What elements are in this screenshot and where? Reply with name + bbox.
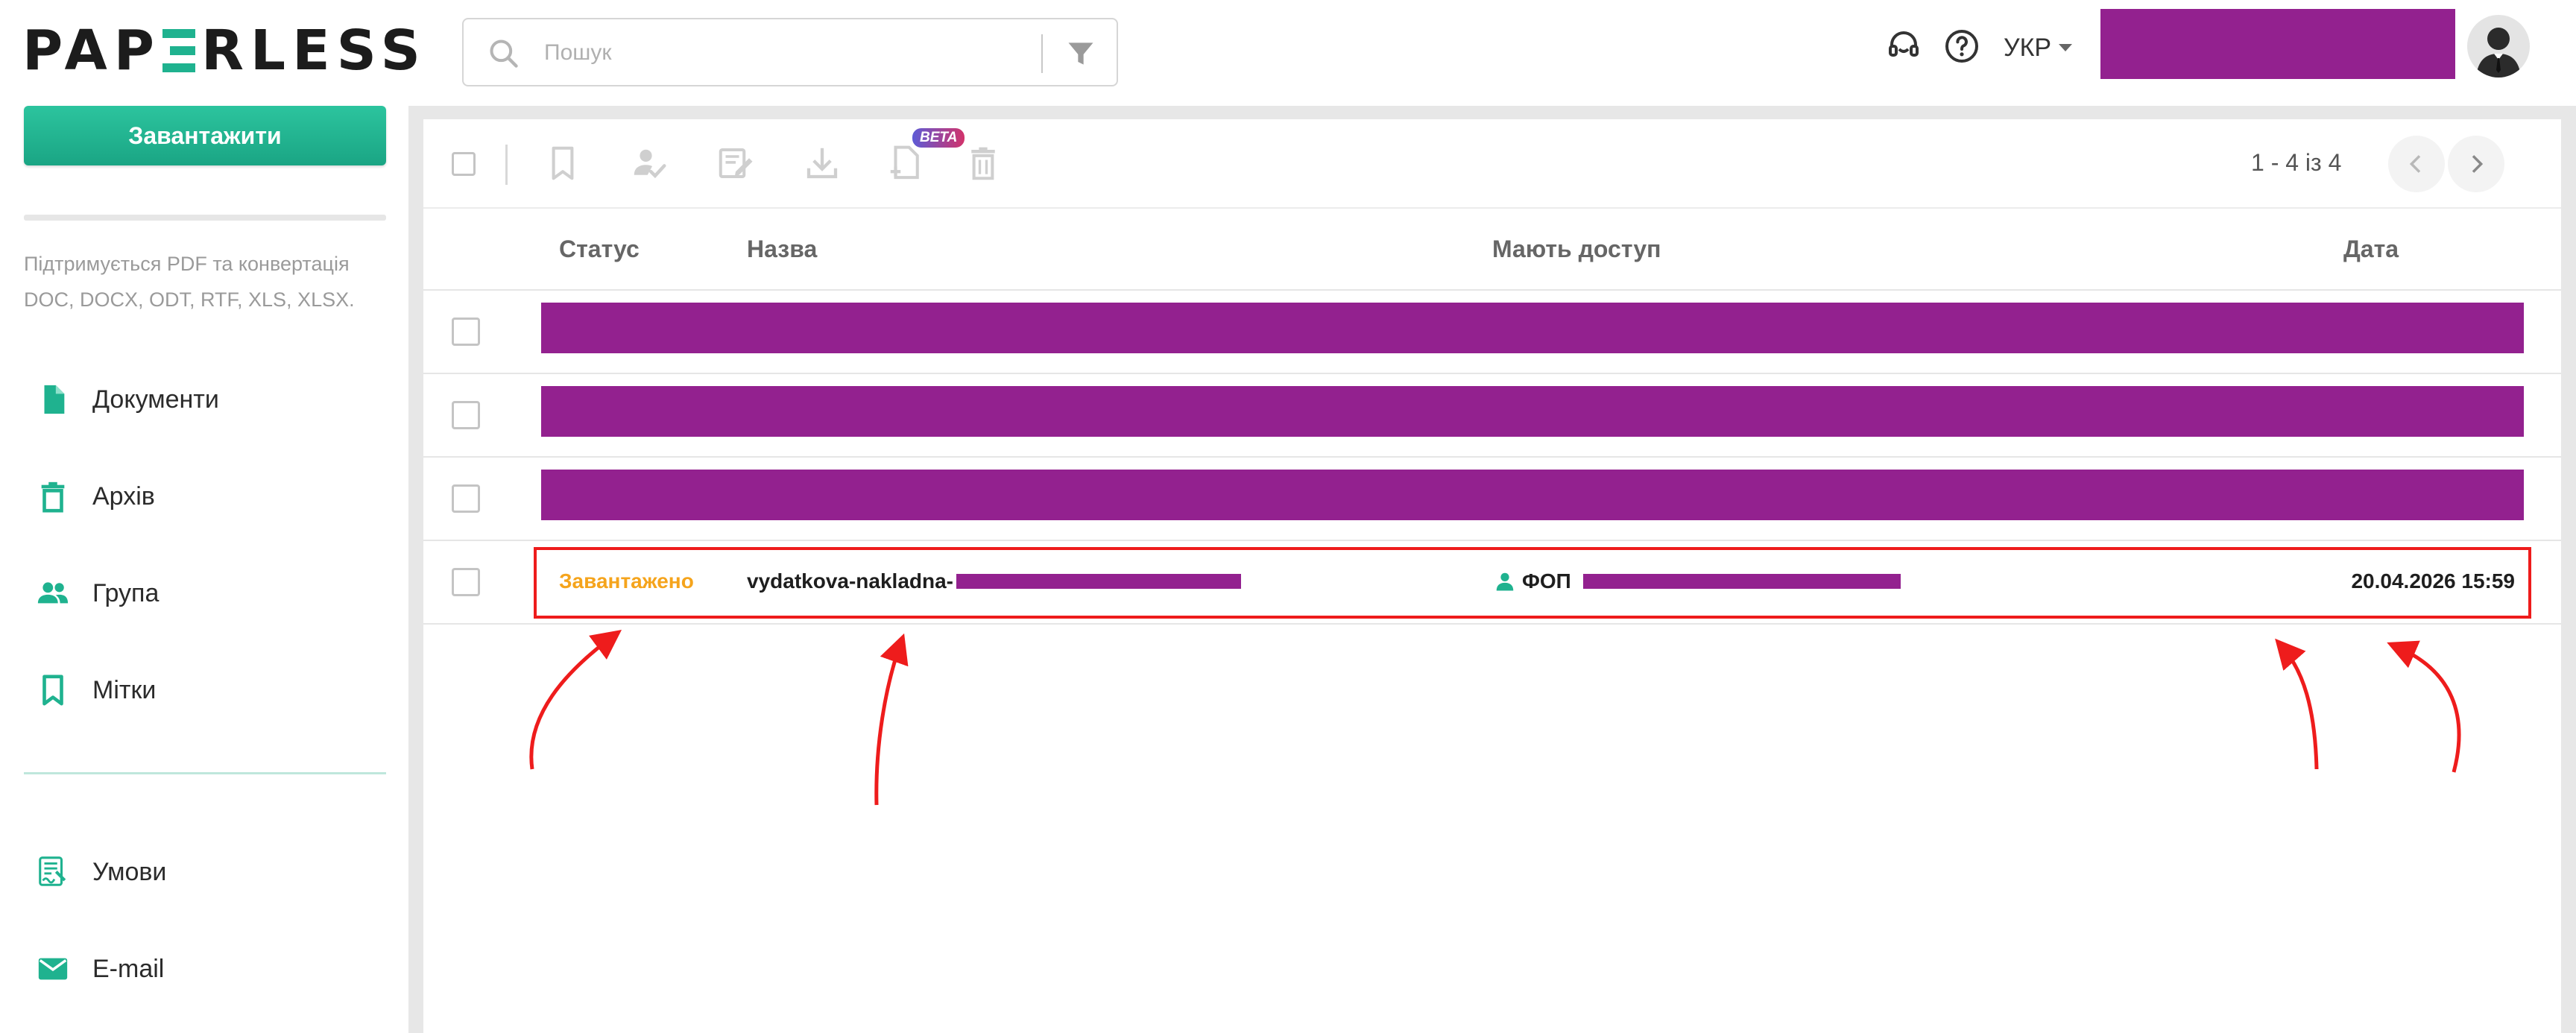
sidebar-item-label: Документи	[92, 385, 219, 414]
bookmark-icon[interactable]	[543, 143, 583, 183]
document-icon	[44, 385, 65, 414]
search-bar	[462, 18, 1118, 86]
new-document-icon[interactable]	[886, 143, 926, 183]
language-selector[interactable]: УКР	[2004, 30, 2073, 66]
support-headset-icon[interactable]	[1886, 28, 1922, 64]
column-name[interactable]: Назва	[747, 236, 817, 263]
download-icon[interactable]	[802, 143, 842, 183]
help-icon[interactable]	[1944, 28, 1980, 64]
row-checkbox[interactable]	[452, 484, 480, 513]
chevron-left-icon	[2409, 155, 2421, 173]
sidebar-item-label: Умови	[92, 857, 167, 886]
logo-text-start: PAP	[22, 19, 161, 83]
document-date: 20.04.2026 15:59	[2351, 569, 2515, 593]
mail-icon	[38, 958, 68, 980]
sidebar-item-tags[interactable]: Мітки	[36, 668, 156, 713]
bookmark-icon	[42, 675, 63, 706]
assign-user-icon[interactable]	[629, 143, 669, 183]
chevron-down-icon	[2059, 44, 2073, 51]
redacted-access-holder	[1582, 574, 1901, 589]
sidebar-item-email[interactable]: E-mail	[36, 947, 164, 991]
supported-formats-hint: Підтримується PDF та конвертація DOC, DO…	[24, 253, 355, 311]
access-holder-text: ФОП	[1522, 569, 1571, 593]
document-name[interactable]: vydatkova-nakladna-	[747, 569, 1241, 593]
logo-text-end: RLESS	[201, 19, 427, 83]
access-cell: ФОП	[1494, 569, 1901, 593]
table-row[interactable]	[423, 291, 2561, 374]
toolbar-divider	[505, 145, 508, 185]
redacted-row-content	[541, 386, 2524, 437]
sidebar-item-label: Архів	[92, 481, 155, 511]
documents-toolbar: BETA 1 - 4 із 4	[423, 119, 2561, 209]
table-row[interactable]	[423, 374, 2561, 458]
column-access[interactable]: Мають доступ	[1492, 236, 1661, 263]
terms-icon	[39, 856, 66, 886]
sidebar-item-group[interactable]: Група	[36, 571, 159, 616]
row-checkbox[interactable]	[452, 568, 480, 596]
beta-badge: BETA	[912, 128, 965, 148]
group-icon	[37, 582, 69, 604]
sidebar-item-label: E-mail	[92, 954, 165, 983]
next-page-button[interactable]	[2448, 136, 2504, 192]
upload-button[interactable]: Завантажити	[24, 106, 386, 165]
table-row[interactable]	[423, 458, 2561, 541]
sidebar-item-archive[interactable]: Архів	[36, 474, 155, 519]
logo-e-mark	[162, 29, 195, 72]
person-icon	[1496, 572, 1514, 591]
filter-icon[interactable]	[1064, 37, 1097, 70]
column-status[interactable]: Статус	[559, 236, 640, 263]
top-header: PAP RLESS УКР	[0, 0, 2576, 106]
chevron-right-icon	[2472, 155, 2484, 173]
language-label: УКР	[2004, 33, 2052, 62]
trash-icon	[41, 481, 65, 513]
sidebar-item-label: Мітки	[92, 675, 157, 704]
search-input[interactable]	[544, 34, 1036, 72]
sidebar-item-label: Група	[92, 578, 160, 607]
search-icon	[490, 40, 518, 68]
pagination-range: 1 - 4 із 4	[2251, 149, 2342, 176]
paperless-logo[interactable]: PAP RLESS	[22, 19, 427, 83]
sidebar-item-documents[interactable]: Документи	[36, 377, 219, 422]
sidebar-item-terms[interactable]: Умови	[36, 850, 166, 894]
delete-icon[interactable]	[963, 143, 1003, 183]
table-header: Статус Назва Мають доступ Дата	[423, 209, 2561, 291]
column-date[interactable]: Дата	[2343, 236, 2399, 263]
sidebar-divider	[24, 772, 386, 774]
account-name-redacted[interactable]	[2100, 9, 2455, 79]
search-divider	[1041, 34, 1043, 73]
documents-panel: BETA 1 - 4 із 4 Статус Назва Мають досту…	[423, 119, 2561, 1033]
select-all-checkbox[interactable]	[452, 152, 476, 176]
redacted-row-content	[541, 470, 2524, 520]
avatar[interactable]	[2467, 15, 2530, 78]
upload-progress-rule	[24, 215, 386, 221]
redacted-row-content	[541, 303, 2524, 353]
prev-page-button[interactable]	[2388, 136, 2445, 192]
redacted-name-suffix	[956, 574, 1241, 589]
status-badge: Завантажено	[559, 569, 694, 593]
sign-document-icon[interactable]	[716, 143, 756, 183]
table-row[interactable]: Завантажено vydatkova-nakladna- ФОП 20.0…	[423, 541, 2561, 625]
user-silhouette-icon	[2476, 28, 2521, 78]
sidebar: Завантажити Підтримується PDF та конверт…	[0, 106, 408, 1033]
row-checkbox[interactable]	[452, 318, 480, 346]
row-checkbox[interactable]	[452, 401, 480, 429]
document-name-text: vydatkova-nakladna-	[747, 569, 953, 593]
